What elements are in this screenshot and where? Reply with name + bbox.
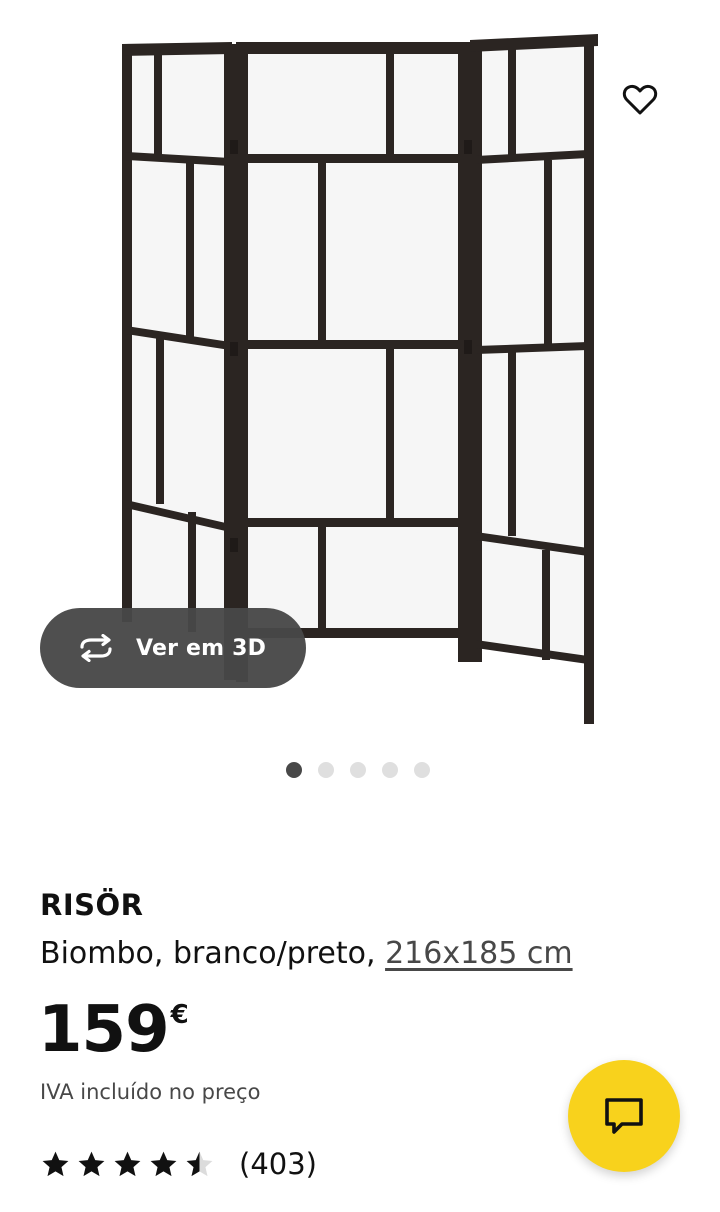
pagination-dot-5[interactable]: [414, 762, 430, 778]
product-size-link[interactable]: 216x185 cm: [385, 936, 573, 971]
product-description: Biombo, branco/preto, 216x185 cm: [40, 936, 573, 971]
star-half-icon: [186, 1151, 213, 1176]
review-count: (403): [239, 1147, 317, 1181]
star-icon: [78, 1151, 105, 1176]
price-amount: 159: [38, 993, 170, 1067]
product-type-text: Biombo, branco/preto,: [40, 936, 386, 971]
pagination-dot-3[interactable]: [350, 762, 366, 778]
pagination-dot-1[interactable]: [286, 762, 302, 778]
star-icon: [150, 1151, 177, 1176]
heart-outline-icon: [622, 84, 658, 115]
product-name: RISÖR: [40, 888, 144, 922]
chat-button[interactable]: [568, 1060, 680, 1172]
star-icon: [42, 1151, 69, 1176]
favorite-button[interactable]: [612, 72, 668, 128]
vat-note: IVA incluído no preço: [40, 1080, 261, 1104]
rating-stars: [40, 1149, 215, 1180]
view-3d-button[interactable]: Ver em 3D: [40, 608, 306, 688]
star-icon: [114, 1151, 141, 1176]
price-currency: €: [170, 1000, 189, 1030]
rating-summary[interactable]: (403): [40, 1146, 317, 1182]
chat-bubble-icon: [605, 1098, 643, 1134]
product-price: 159 €: [38, 990, 189, 1070]
pagination-dot-4[interactable]: [382, 762, 398, 778]
rotate-3d-icon: [80, 634, 112, 662]
gallery-pagination: [286, 762, 430, 780]
pagination-dot-2[interactable]: [318, 762, 334, 778]
product-gallery[interactable]: Ver em 3D: [0, 0, 720, 740]
product-page: Ver em 3D RISÖR Biombo, branco/preto, 21…: [0, 0, 720, 1212]
view-3d-label: Ver em 3D: [136, 635, 267, 661]
